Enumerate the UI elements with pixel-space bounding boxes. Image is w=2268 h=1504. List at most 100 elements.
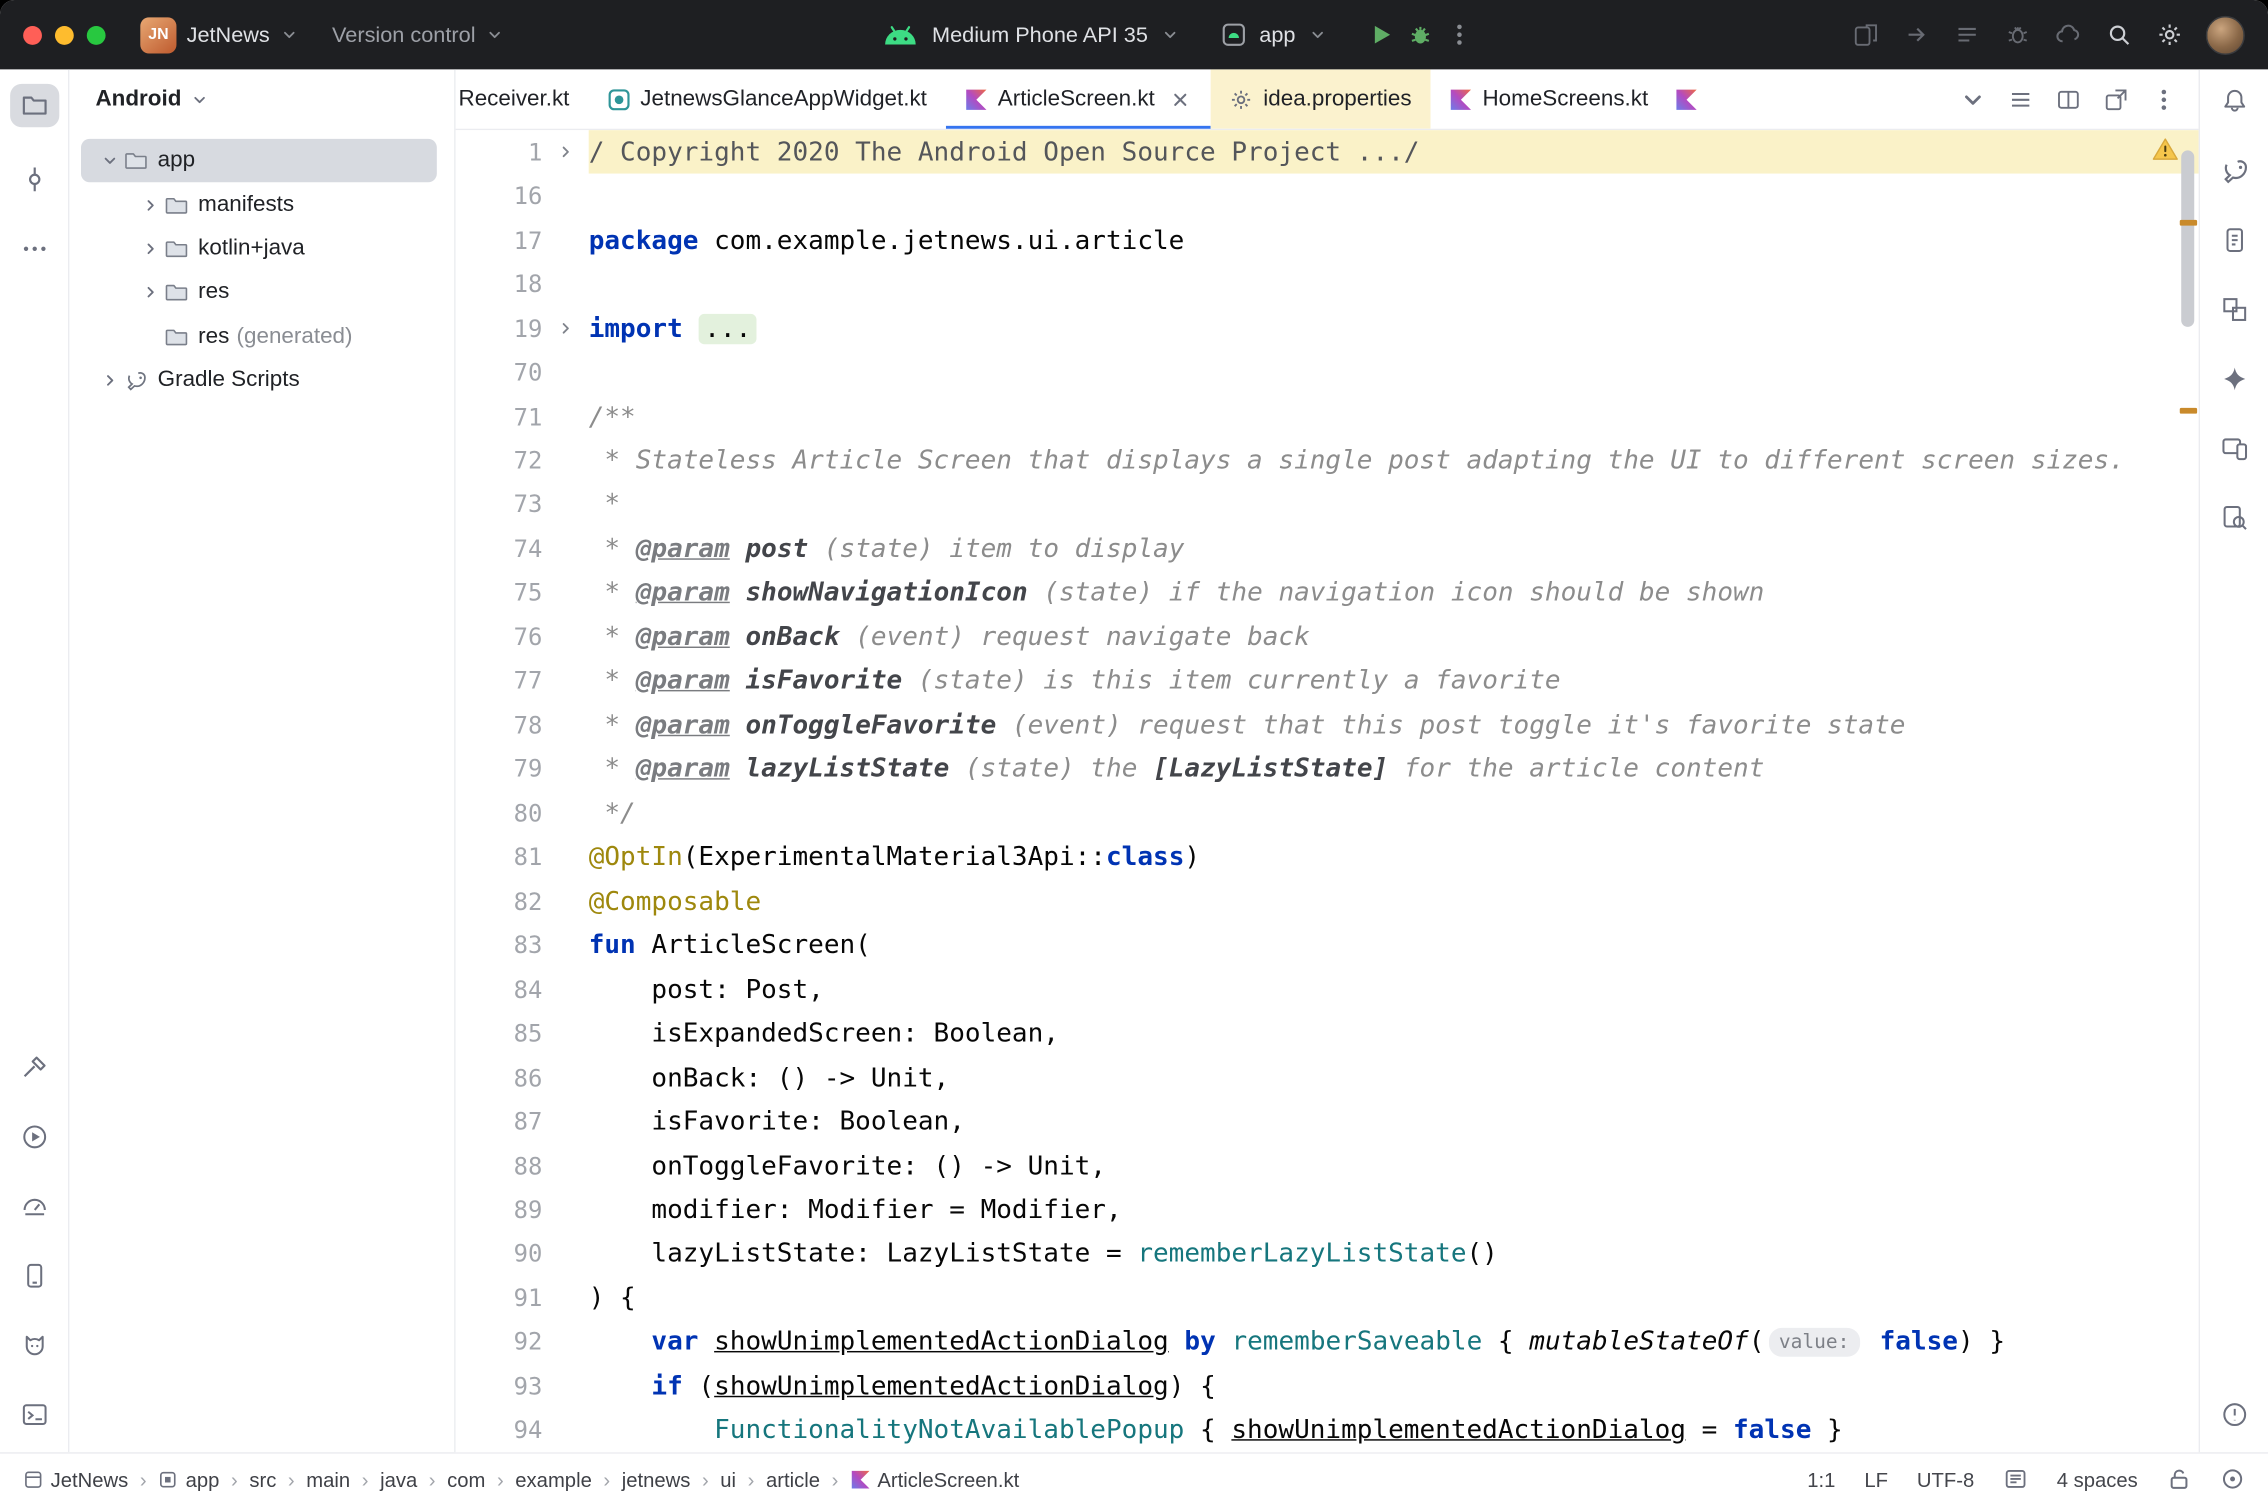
breadcrumb-com[interactable]: com (447, 1467, 485, 1490)
breadcrumb-jetnews[interactable]: JetNews (23, 1467, 128, 1490)
file-encoding[interactable]: UTF-8 (1917, 1467, 1974, 1490)
tab-list-icon[interactable] (2008, 86, 2034, 112)
chevron-right-icon[interactable] (136, 234, 165, 263)
caret-position[interactable]: 1:1 (1807, 1467, 1835, 1490)
gutter[interactable]: 71 (456, 395, 589, 439)
kebab-icon[interactable] (2151, 86, 2177, 112)
code-line[interactable]: 75 * @param showNavigationIcon (state) i… (456, 571, 2199, 615)
breadcrumb-ui[interactable]: ui (720, 1467, 736, 1490)
gutter[interactable]: 85 (456, 1012, 589, 1056)
gutter[interactable]: 18 (456, 262, 589, 306)
reader-mode-icon[interactable] (2003, 1467, 2028, 1492)
tab-receiver-kt[interactable]: Receiver.kt (456, 69, 589, 128)
code-line[interactable]: 1/ Copyright 2020 The Android Open Sourc… (456, 130, 2199, 174)
code-line[interactable]: 70 (456, 351, 2199, 395)
commit-icon[interactable] (15, 162, 53, 197)
backup-sync-icon[interactable] (2055, 22, 2081, 48)
device-mirroring-icon[interactable] (1853, 22, 1879, 48)
code-line[interactable]: 74 * @param post (state) item to display (456, 527, 2199, 571)
tree-item-res[interactable]: res (81, 271, 437, 315)
gutter[interactable]: 79 (456, 747, 589, 791)
tree-item-res-generated[interactable]: res(generated) (81, 315, 437, 359)
gutter[interactable]: 83 (456, 923, 589, 967)
code-line[interactable]: 88 onToggleFavorite: () -> Unit, (456, 1144, 2199, 1188)
build-icon[interactable] (15, 1050, 53, 1085)
gemini-icon[interactable] (2215, 362, 2253, 397)
task-list-icon[interactable] (1954, 22, 1980, 48)
split-editor-icon[interactable] (2055, 86, 2081, 112)
vcs-widget[interactable]: Version control (332, 22, 503, 47)
gutter[interactable]: 92 (456, 1320, 589, 1364)
devices-icon[interactable] (15, 1258, 53, 1293)
code-line[interactable]: 78 * @param onToggleFavorite (event) req… (456, 703, 2199, 747)
chevron-down-icon[interactable] (1960, 86, 1986, 112)
run-button[interactable] (1368, 22, 1394, 48)
code-line[interactable]: 77 * @param isFavorite (state) is this i… (456, 659, 2199, 703)
code-line[interactable]: 79 * @param lazyListState (state) the [L… (456, 747, 2199, 791)
detach-editor-icon[interactable] (2103, 86, 2129, 112)
gutter[interactable]: 91 (456, 1276, 589, 1320)
terminal-icon[interactable] (15, 1397, 53, 1432)
tab-homescreens-kt[interactable]: HomeScreens.kt (1430, 69, 1667, 128)
breadcrumb-main[interactable]: main (306, 1467, 350, 1490)
attach-debugger-icon[interactable] (2005, 22, 2031, 48)
gutter[interactable]: 86 (456, 1056, 589, 1100)
code-line[interactable]: 91) { (456, 1276, 2199, 1320)
search-icon[interactable] (2106, 22, 2132, 48)
debug-button[interactable] (1407, 22, 1433, 48)
code-line[interactable]: 82@Composable (456, 879, 2199, 923)
gutter[interactable]: 89 (456, 1188, 589, 1232)
fold-marker-icon[interactable] (542, 144, 588, 161)
code-line[interactable]: 94 FunctionalityNotAvailablePopup { show… (456, 1408, 2199, 1452)
project-panel-header[interactable]: Android (69, 69, 454, 130)
breadcrumb-src[interactable]: src (249, 1467, 276, 1490)
breadcrumb-articlescreen-kt[interactable]: ArticleScreen.kt (850, 1467, 1019, 1490)
run-configuration[interactable]: app (1259, 22, 1295, 47)
gutter[interactable]: 16 (456, 174, 589, 218)
user-avatar[interactable] (2206, 15, 2245, 54)
code-line[interactable]: 16 (456, 174, 2199, 218)
code-line[interactable]: 72 * Stateless Article Screen that displ… (456, 439, 2199, 483)
navigate-forward-icon[interactable] (1904, 22, 1930, 48)
code-line[interactable]: 93 if (showUnimplementedActionDialog) { (456, 1364, 2199, 1408)
run-panel-icon[interactable] (15, 1120, 53, 1155)
gutter[interactable]: 78 (456, 703, 589, 747)
code-line[interactable]: 19import ... (456, 306, 2199, 350)
breadcrumb-app[interactable]: app (158, 1467, 219, 1490)
tree-item-app[interactable]: app (81, 139, 437, 183)
gutter[interactable]: 77 (456, 659, 589, 703)
gutter[interactable]: 74 (456, 527, 589, 571)
close-tab-icon[interactable] (1169, 88, 1192, 111)
gutter[interactable]: 94 (456, 1408, 589, 1452)
gutter[interactable]: 17 (456, 218, 589, 262)
line-ending[interactable]: LF (1864, 1467, 1888, 1490)
code-line[interactable]: 73 * (456, 483, 2199, 527)
gutter[interactable]: 75 (456, 571, 589, 615)
editor[interactable]: 1/ Copyright 2020 The Android Open Sourc… (456, 130, 2199, 1452)
project-folder-icon[interactable] (9, 84, 58, 127)
code-line[interactable]: 92 var showUnimplementedActionDialog by … (456, 1320, 2199, 1364)
device-selector[interactable]: Medium Phone API 35 (932, 22, 1148, 47)
notifications-icon[interactable] (2215, 84, 2253, 119)
code-line[interactable]: 17package com.example.jetnews.ui.article (456, 218, 2199, 262)
fold-marker-icon[interactable] (542, 320, 588, 337)
tree-item-manifests[interactable]: manifests (81, 183, 437, 227)
chevron-right-icon[interactable] (136, 190, 165, 219)
settings-icon[interactable] (2157, 22, 2183, 48)
unlock-icon[interactable] (2167, 1467, 2192, 1492)
code-line[interactable]: 83fun ArticleScreen( (456, 923, 2199, 967)
code-line[interactable]: 81@OptIn(ExperimentalMaterial3Api::class… (456, 835, 2199, 879)
editor-scrollbar[interactable] (2181, 150, 2194, 326)
chevron-down-icon[interactable] (95, 146, 124, 175)
breadcrumb-jetnews[interactable]: jetnews (622, 1467, 691, 1490)
code-line[interactable]: 18 (456, 262, 2199, 306)
gutter[interactable]: 81 (456, 835, 589, 879)
code-line[interactable]: 76 * @param onBack (event) request navig… (456, 615, 2199, 659)
tab-idea-properties[interactable]: idea.properties (1211, 69, 1430, 128)
code-line[interactable]: 86 onBack: () -> Unit, (456, 1056, 2199, 1100)
gutter[interactable]: 82 (456, 879, 589, 923)
app-inspection-icon[interactable] (2215, 500, 2253, 535)
gutter[interactable]: 90 (456, 1232, 589, 1276)
gutter[interactable]: 87 (456, 1100, 589, 1144)
code-line[interactable]: 85 isExpandedScreen: Boolean, (456, 1012, 2199, 1056)
